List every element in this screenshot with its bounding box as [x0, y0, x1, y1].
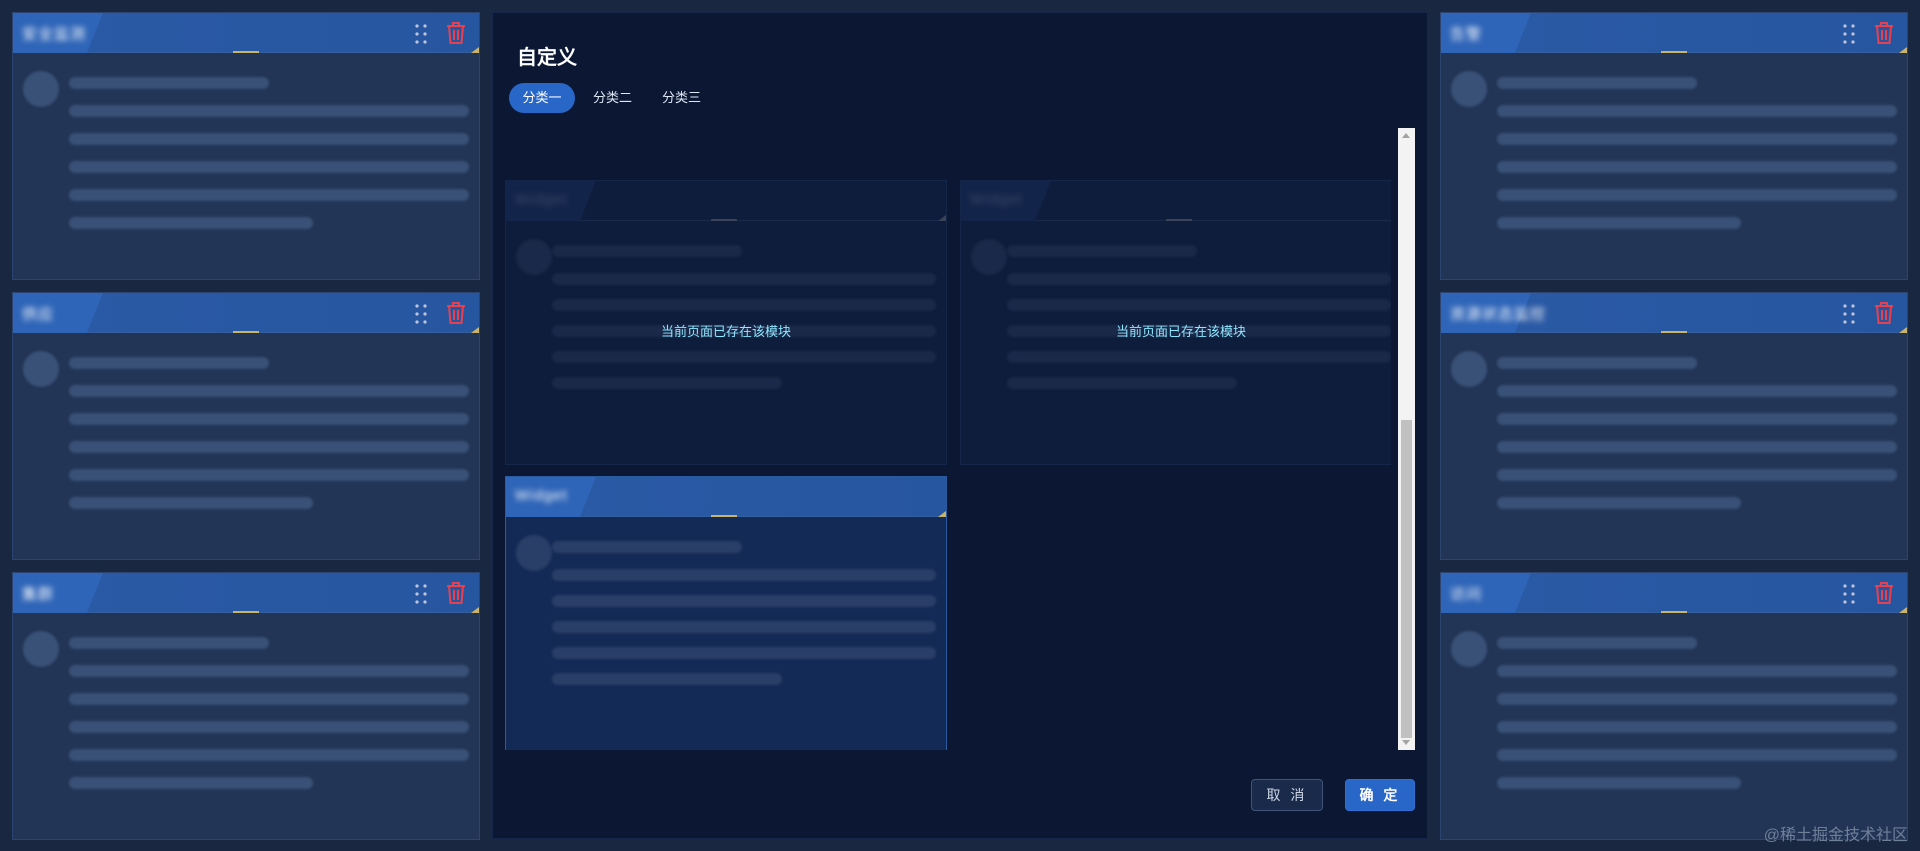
widget-title: 供应: [22, 306, 55, 323]
drag-handle-icon[interactable]: [413, 23, 429, 45]
widget-card: 告警: [1440, 12, 1908, 280]
widget-card: 资源状态监控: [1440, 292, 1908, 560]
trash-icon[interactable]: [445, 581, 467, 605]
widget-card-header[interactable]: 集群: [13, 573, 479, 613]
scroll-down-icon[interactable]: [1402, 740, 1410, 745]
module-title: Widget: [970, 191, 1023, 208]
module-card: Widget 当前页面已存在该模块: [960, 180, 1391, 465]
widget-card: 供应: [12, 292, 480, 560]
widget-card-header[interactable]: 安全监测: [13, 13, 479, 53]
module-card-header: Widget: [506, 181, 946, 221]
drag-handle-icon[interactable]: [1841, 303, 1857, 325]
trash-icon[interactable]: [445, 21, 467, 45]
module-title: Widget: [515, 487, 568, 504]
widget-title: 访问: [1450, 586, 1483, 603]
widget-title: 集群: [22, 586, 55, 603]
cancel-button[interactable]: 取 消: [1251, 779, 1323, 811]
confirm-button[interactable]: 确 定: [1345, 779, 1415, 811]
module-grid: Widget 当前页面已存在该模块 Widget 当前页面已存在该模块 Widg…: [505, 128, 1391, 750]
modal-title: 自定义: [517, 47, 577, 69]
module-card-header: Widget: [961, 181, 1391, 221]
widget-title: 安全监测: [22, 26, 87, 43]
watermark: @稀土掘金技术社区: [1763, 827, 1908, 844]
tab-category-3[interactable]: 分类三: [650, 83, 713, 113]
widget-card-header[interactable]: 访问: [1441, 573, 1907, 613]
module-card-header: Widget: [506, 477, 946, 517]
widget-card: 安全监测: [12, 12, 480, 280]
tab-category-1[interactable]: 分类一: [509, 83, 575, 113]
module-title: Widget: [515, 191, 568, 208]
drag-handle-icon[interactable]: [413, 303, 429, 325]
trash-icon[interactable]: [445, 301, 467, 325]
category-tabs: 分类一 分类二 分类三: [509, 83, 713, 113]
widget-card: 访问: [1440, 572, 1908, 840]
widget-title: 资源状态监控: [1450, 306, 1547, 323]
widget-card-header[interactable]: 告警: [1441, 13, 1907, 53]
scrollbar-thumb[interactable]: [1401, 420, 1412, 738]
widget-title: 告警: [1450, 26, 1483, 43]
widget-card: 集群: [12, 572, 480, 840]
module-exists-notice: 当前页面已存在该模块: [1115, 324, 1246, 339]
tab-category-2[interactable]: 分类二: [581, 83, 644, 113]
widget-card-header[interactable]: 供应: [13, 293, 479, 333]
drag-handle-icon[interactable]: [413, 583, 429, 605]
scroll-up-icon[interactable]: [1402, 133, 1410, 138]
customize-modal: 自定义 分类一 分类二 分类三 Widget 当前页面已存在该模块 Widget: [492, 12, 1428, 839]
right-widget-column: 告警 资源状态监控 访问: [1440, 12, 1908, 840]
drag-handle-icon[interactable]: [1841, 583, 1857, 605]
widget-card-header[interactable]: 资源状态监控: [1441, 293, 1907, 333]
trash-icon[interactable]: [1873, 581, 1895, 605]
trash-icon[interactable]: [1873, 301, 1895, 325]
left-widget-column: 安全监测 供应 集群: [12, 12, 480, 840]
module-card-selectable[interactable]: Widget: [505, 476, 947, 750]
module-card: Widget 当前页面已存在该模块: [505, 180, 947, 465]
drag-handle-icon[interactable]: [1841, 23, 1857, 45]
module-grid-scrollbar[interactable]: [1398, 128, 1415, 750]
module-exists-notice: 当前页面已存在该模块: [660, 324, 791, 339]
trash-icon[interactable]: [1873, 21, 1895, 45]
